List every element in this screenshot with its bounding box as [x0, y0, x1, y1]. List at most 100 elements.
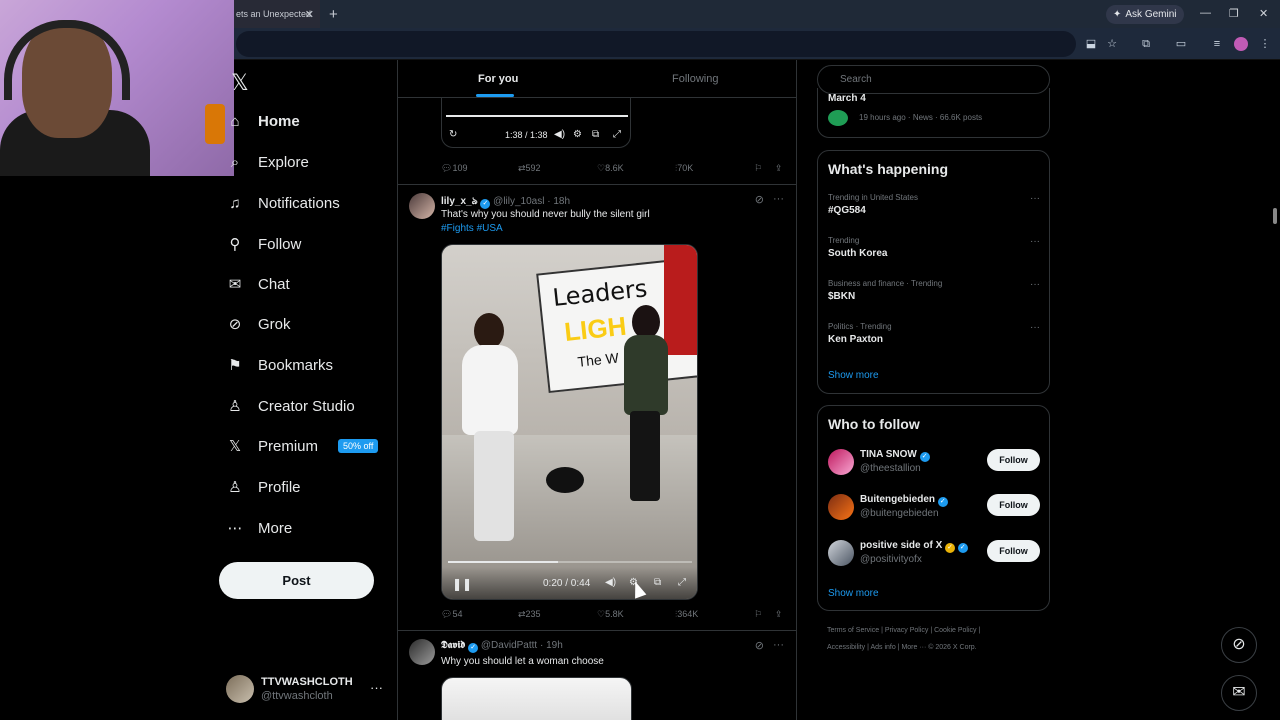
ask-gemini-button[interactable]: ✦ Ask Gemini: [1106, 5, 1184, 24]
footer-links[interactable]: Accessibility | Ads info | More ··· © 20…: [827, 644, 977, 651]
follow-suggestion[interactable]: positive side of X ✓ ✓ @positivityofx Fo…: [828, 540, 1040, 570]
maximize-button[interactable]: ❐: [1229, 7, 1239, 20]
sidebar-item-home[interactable]: ⌂ Home: [226, 112, 299, 130]
trend-more-icon[interactable]: ···: [1030, 193, 1040, 204]
settings-icon[interactable]: ⚙: [573, 129, 582, 140]
account-menu-icon[interactable]: ···: [370, 680, 383, 695]
sidebar-item-more[interactable]: ⋯ More: [226, 519, 293, 538]
fullscreen-icon[interactable]: ⤢: [678, 577, 686, 588]
pause-icon[interactable]: ❚❚: [452, 577, 472, 591]
trend-more-icon[interactable]: ···: [1030, 322, 1040, 333]
account-switcher[interactable]: TTVWASHCLOTH @ttvwashcloth ···: [226, 674, 386, 704]
author-handle[interactable]: @DavidPattt: [481, 640, 537, 651]
trend-more-icon[interactable]: ···: [1030, 279, 1040, 290]
reply-button[interactable]: 💬︎ 54: [441, 609, 462, 620]
tab-following[interactable]: Following: [672, 73, 718, 85]
share-icon[interactable]: ⇪: [775, 609, 783, 620]
grok-floating-button[interactable]: ⊘: [1221, 627, 1257, 663]
show-more-link[interactable]: Show more: [828, 370, 879, 381]
share-icon[interactable]: ⇪: [775, 163, 783, 174]
views-button[interactable]: ⫶ 70K: [675, 163, 693, 174]
replay-icon[interactable]: ↻: [449, 129, 457, 140]
video-player[interactable]: Leaders LIGH The W ❚❚ 0:20 / 0:44 ◀) ⚙ ⧉…: [441, 244, 698, 600]
follow-suggestion[interactable]: TINA SNOW ✓ @theestallion Follow: [828, 449, 1040, 479]
trend-item[interactable]: Business and finance · Trending $BKN ···: [828, 279, 1040, 302]
bookmark-star-icon[interactable]: ☆: [1105, 37, 1119, 51]
browser-tab[interactable]: ets an Unexpected ✕: [234, 0, 320, 28]
views-button[interactable]: ⫶ 364K: [675, 609, 698, 620]
install-app-icon[interactable]: ⬓: [1084, 37, 1098, 51]
browser-menu-icon[interactable]: ⋮: [1258, 37, 1272, 51]
person-add-icon: ⚲: [229, 236, 241, 253]
bookmark-icon[interactable]: ⚐: [754, 163, 762, 174]
pip-icon[interactable]: ⧉: [654, 577, 661, 588]
tweet-media[interactable]: [441, 677, 632, 720]
trend-item[interactable]: Trending South Korea ···: [828, 236, 1040, 259]
sidebar-item-explore[interactable]: ⌕ Explore: [226, 153, 309, 171]
page-scrollbar[interactable]: [1273, 208, 1277, 224]
sidebar-item-profile[interactable]: ♙ Profile: [226, 478, 300, 497]
grok-analyze-icon[interactable]: ⊘: [755, 639, 764, 652]
fullscreen-icon[interactable]: ⤢: [613, 129, 621, 140]
reply-button[interactable]: 💬︎ 109: [441, 163, 467, 174]
profile-avatar-icon[interactable]: [1234, 37, 1248, 51]
who-to-follow-panel: Who to follow TINA SNOW ✓ @theestallion …: [817, 405, 1050, 611]
trend-more-icon[interactable]: ···: [1030, 236, 1040, 247]
close-window-button[interactable]: ✕: [1259, 7, 1268, 20]
follow-button[interactable]: Follow: [987, 494, 1040, 516]
live-event-card[interactable]: March 4 19 hours ago · News · 66.6K post…: [817, 88, 1050, 138]
minimize-button[interactable]: —: [1200, 7, 1211, 19]
extensions-icon[interactable]: ⧉: [1139, 37, 1153, 51]
tab-for-you[interactable]: For you: [478, 73, 518, 85]
tweet-time[interactable]: · 19h: [540, 640, 563, 651]
follow-button[interactable]: Follow: [987, 540, 1040, 562]
volume-icon[interactable]: ◀): [605, 577, 616, 588]
new-tab-button[interactable]: +: [329, 6, 338, 23]
tweet-actions: 💬︎ 109 ⇄ 592 ♡ 8.6K ⫶ 70K ⚐ ⇪: [441, 163, 791, 177]
show-more-link[interactable]: Show more: [828, 588, 879, 599]
follow-button[interactable]: Follow: [987, 449, 1040, 471]
like-button[interactable]: ♡ 5.8K: [597, 609, 624, 620]
sidebar-item-notifications[interactable]: ♫ Notifications: [226, 194, 339, 212]
bookmark-icon[interactable]: ⚐: [754, 609, 762, 620]
suggestion-handle: @theestallion: [860, 463, 921, 474]
follow-suggestion[interactable]: Buitengebieden ✓ @buitengebieden Follow: [828, 494, 1040, 524]
sidebar-item-creator-studio[interactable]: ♙ Creator Studio: [226, 397, 354, 416]
address-bar[interactable]: [236, 31, 1076, 57]
sidebar-item-premium[interactable]: 𝕏 Premium 50% off: [226, 437, 379, 455]
tab-close-icon[interactable]: ✕: [305, 8, 314, 21]
x-logo-icon[interactable]: 𝕏: [231, 70, 249, 96]
trend-name: #QG584: [828, 205, 866, 216]
avatar[interactable]: [409, 639, 435, 665]
trend-item[interactable]: Trending in United States #QG584 ···: [828, 193, 1040, 216]
more-options-icon[interactable]: ···: [773, 639, 784, 651]
avatar[interactable]: [409, 193, 435, 219]
repost-button[interactable]: ⇄ 592: [518, 163, 541, 174]
timeline: ↻ 1:38 / 1:38 ◀) ⚙ ⧉ ⤢ For you Following…: [397, 60, 797, 720]
tweet-hashtags[interactable]: #Fights #USA: [441, 223, 503, 234]
split-view-icon[interactable]: ▭: [1174, 37, 1188, 51]
sidebar-item-follow[interactable]: ⚲ Follow: [226, 235, 302, 254]
messages-floating-button[interactable]: ✉: [1221, 675, 1257, 711]
footer-links[interactable]: Terms of Service | Privacy Policy | Cook…: [827, 627, 980, 634]
author-name[interactable]: lily_x_ঌ: [441, 196, 478, 207]
more-options-icon[interactable]: ···: [773, 193, 784, 205]
profile-icon: ♙: [228, 479, 242, 496]
pip-icon[interactable]: ⧉: [592, 129, 599, 140]
grok-analyze-icon[interactable]: ⊘: [755, 193, 764, 206]
volume-icon[interactable]: ◀): [554, 129, 565, 140]
like-button[interactable]: ♡ 8.6K: [597, 163, 624, 174]
repost-button[interactable]: ⇄ 235: [518, 609, 541, 620]
author-handle[interactable]: @lily_10asl: [493, 196, 544, 207]
video-progress-bar[interactable]: [448, 561, 692, 563]
tweet-time[interactable]: · 18h: [547, 196, 570, 207]
sidebar-item-chat[interactable]: ✉ Chat: [226, 275, 290, 294]
sidebar-item-grok[interactable]: ⊘ Grok: [226, 315, 291, 334]
author-name[interactable]: 𝕯𝖆𝖛𝖎𝖉: [441, 640, 465, 651]
video-progress-bar[interactable]: [446, 115, 628, 117]
previous-video-player[interactable]: ↻ 1:38 / 1:38 ◀) ⚙ ⧉ ⤢: [441, 98, 631, 148]
sidebar-item-bookmarks[interactable]: ⚑ Bookmarks: [226, 356, 333, 375]
post-button[interactable]: Post: [219, 562, 374, 599]
trend-item[interactable]: Politics · Trending Ken Paxton ···: [828, 322, 1040, 345]
media-controls-icon[interactable]: ≡: [1210, 37, 1224, 51]
